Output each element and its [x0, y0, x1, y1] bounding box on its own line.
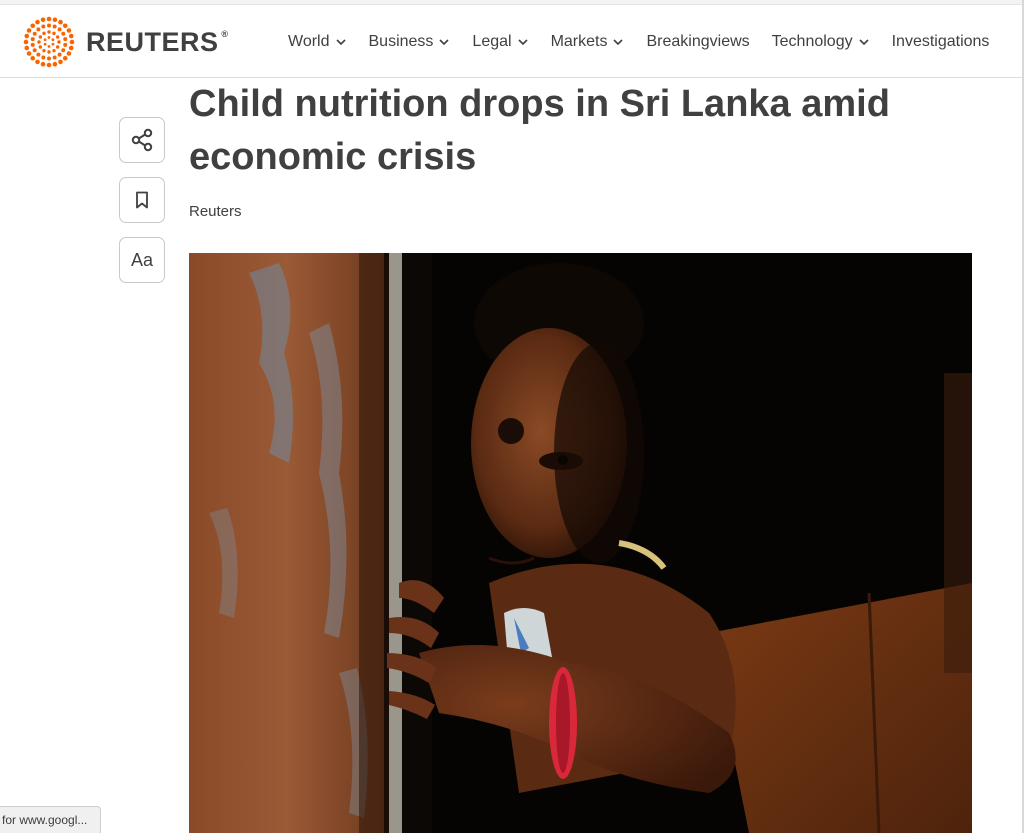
- logo-dot: [36, 27, 41, 32]
- logo-dot: [26, 51, 32, 56]
- logo-dot: [47, 30, 51, 34]
- logo-dot: [43, 42, 47, 46]
- logo-dot: [30, 23, 36, 29]
- site-header: REUTERS ® World Business Legal Markets Br…: [0, 5, 1024, 78]
- logo-dot: [61, 31, 66, 36]
- nav-item-investigations[interactable]: Investigations: [892, 33, 990, 51]
- logo-dot: [38, 45, 43, 49]
- nav-item-breakingviews[interactable]: Breakingviews: [646, 33, 749, 51]
- logo-dot: [57, 27, 62, 32]
- logo-dot: [61, 48, 66, 53]
- logo-dot: [47, 50, 51, 54]
- article-tools: Aa: [119, 117, 165, 297]
- logo-dot: [47, 23, 51, 28]
- logo-dot: [63, 37, 68, 42]
- nav-item-legal[interactable]: Legal: [472, 33, 528, 51]
- logo-dot: [30, 55, 36, 61]
- nav-item-markets[interactable]: Markets: [551, 33, 625, 51]
- nav-label: Technology: [771, 32, 853, 50]
- article-byline[interactable]: Reuters: [189, 203, 242, 220]
- logo-dot: [62, 55, 68, 61]
- chevron-down-icon: [858, 36, 870, 48]
- logo-dot: [23, 39, 29, 45]
- logo-dot: [57, 40, 61, 44]
- logo-registered-mark: ®: [221, 28, 229, 39]
- logo-dot: [35, 59, 40, 65]
- browser-status-bar: for www.googl...: [0, 806, 101, 833]
- share-icon: [131, 128, 153, 152]
- nav-label: Investigations: [891, 32, 990, 50]
- logo-dot: [52, 31, 56, 36]
- logo-dot: [47, 56, 51, 61]
- text-size-label: Aa: [130, 249, 154, 270]
- logo-dot: [40, 61, 46, 67]
- logo-dot: [43, 38, 47, 42]
- logo-dot: [35, 19, 40, 25]
- nav-label: Markets: [550, 32, 608, 50]
- nav-item-business[interactable]: Business: [369, 33, 451, 51]
- logo-dot: [38, 35, 43, 39]
- logo-dot: [58, 59, 63, 65]
- child-photo: [189, 253, 972, 833]
- logo-dot: [62, 23, 68, 29]
- logo-dot: [68, 33, 74, 39]
- logo-dot: [63, 42, 68, 47]
- logo-dot: [58, 19, 63, 25]
- logo-dot: [52, 55, 57, 60]
- bookmark-icon: [136, 191, 148, 209]
- logo-dot: [51, 42, 55, 46]
- nav-label: Business: [368, 32, 434, 50]
- main-nav: World Business Legal Markets Breakingvie…: [288, 5, 1011, 78]
- logo-dot: [52, 24, 57, 29]
- logo-dot: [66, 28, 72, 33]
- logo-dot: [30, 37, 35, 42]
- article-hero-image: [189, 253, 972, 833]
- logo-dot: [69, 39, 75, 45]
- logo-wordmark: REUTERS ®: [86, 26, 228, 58]
- logo-dot: [42, 31, 46, 36]
- logo-dot: [24, 45, 30, 51]
- logo-dot: [52, 48, 56, 53]
- nav-item-technology[interactable]: Technology: [772, 33, 870, 51]
- logo-dot: [55, 35, 60, 39]
- logo-dot: [46, 62, 52, 68]
- reuters-logo-icon: [23, 16, 75, 68]
- logo-dot: [68, 45, 74, 51]
- logo-dot: [47, 45, 51, 48]
- logo-dot: [51, 38, 55, 42]
- logo-dot: [66, 51, 72, 56]
- logo-dot: [52, 61, 58, 67]
- logo-dot: [55, 45, 60, 49]
- logo-dot: [24, 33, 30, 39]
- logo-dot: [57, 52, 62, 57]
- logo-dot: [42, 48, 46, 53]
- logo-dot: [37, 40, 41, 44]
- logo-dot: [52, 17, 58, 23]
- logo-dot: [41, 24, 46, 29]
- reuters-logo[interactable]: REUTERS ®: [22, 16, 228, 68]
- share-button[interactable]: [119, 117, 165, 163]
- logo-dot: [30, 42, 35, 47]
- logo-dot: [32, 48, 37, 53]
- logo-dot: [36, 52, 41, 57]
- logo-dot: [40, 17, 46, 23]
- logo-dot: [26, 28, 32, 33]
- nav-label: World: [288, 32, 330, 50]
- logo-dot: [46, 16, 52, 22]
- chevron-down-icon: [517, 36, 529, 48]
- chevron-down-icon: [335, 36, 347, 48]
- logo-text: REUTERS: [86, 26, 219, 57]
- chevron-down-icon: [612, 36, 624, 48]
- logo-dot: [32, 31, 37, 36]
- bookmark-button[interactable]: [119, 177, 165, 223]
- nav-label: Breakingviews: [646, 32, 750, 50]
- text-size-button[interactable]: Aa: [119, 237, 165, 283]
- chevron-down-icon: [438, 36, 450, 48]
- article-headline: Child nutrition drops in Sri Lanka amid …: [189, 83, 890, 178]
- nav-label: Legal: [472, 32, 512, 50]
- nav-item-world[interactable]: World: [288, 33, 347, 51]
- logo-dot: [41, 55, 46, 60]
- logo-dot: [47, 36, 51, 39]
